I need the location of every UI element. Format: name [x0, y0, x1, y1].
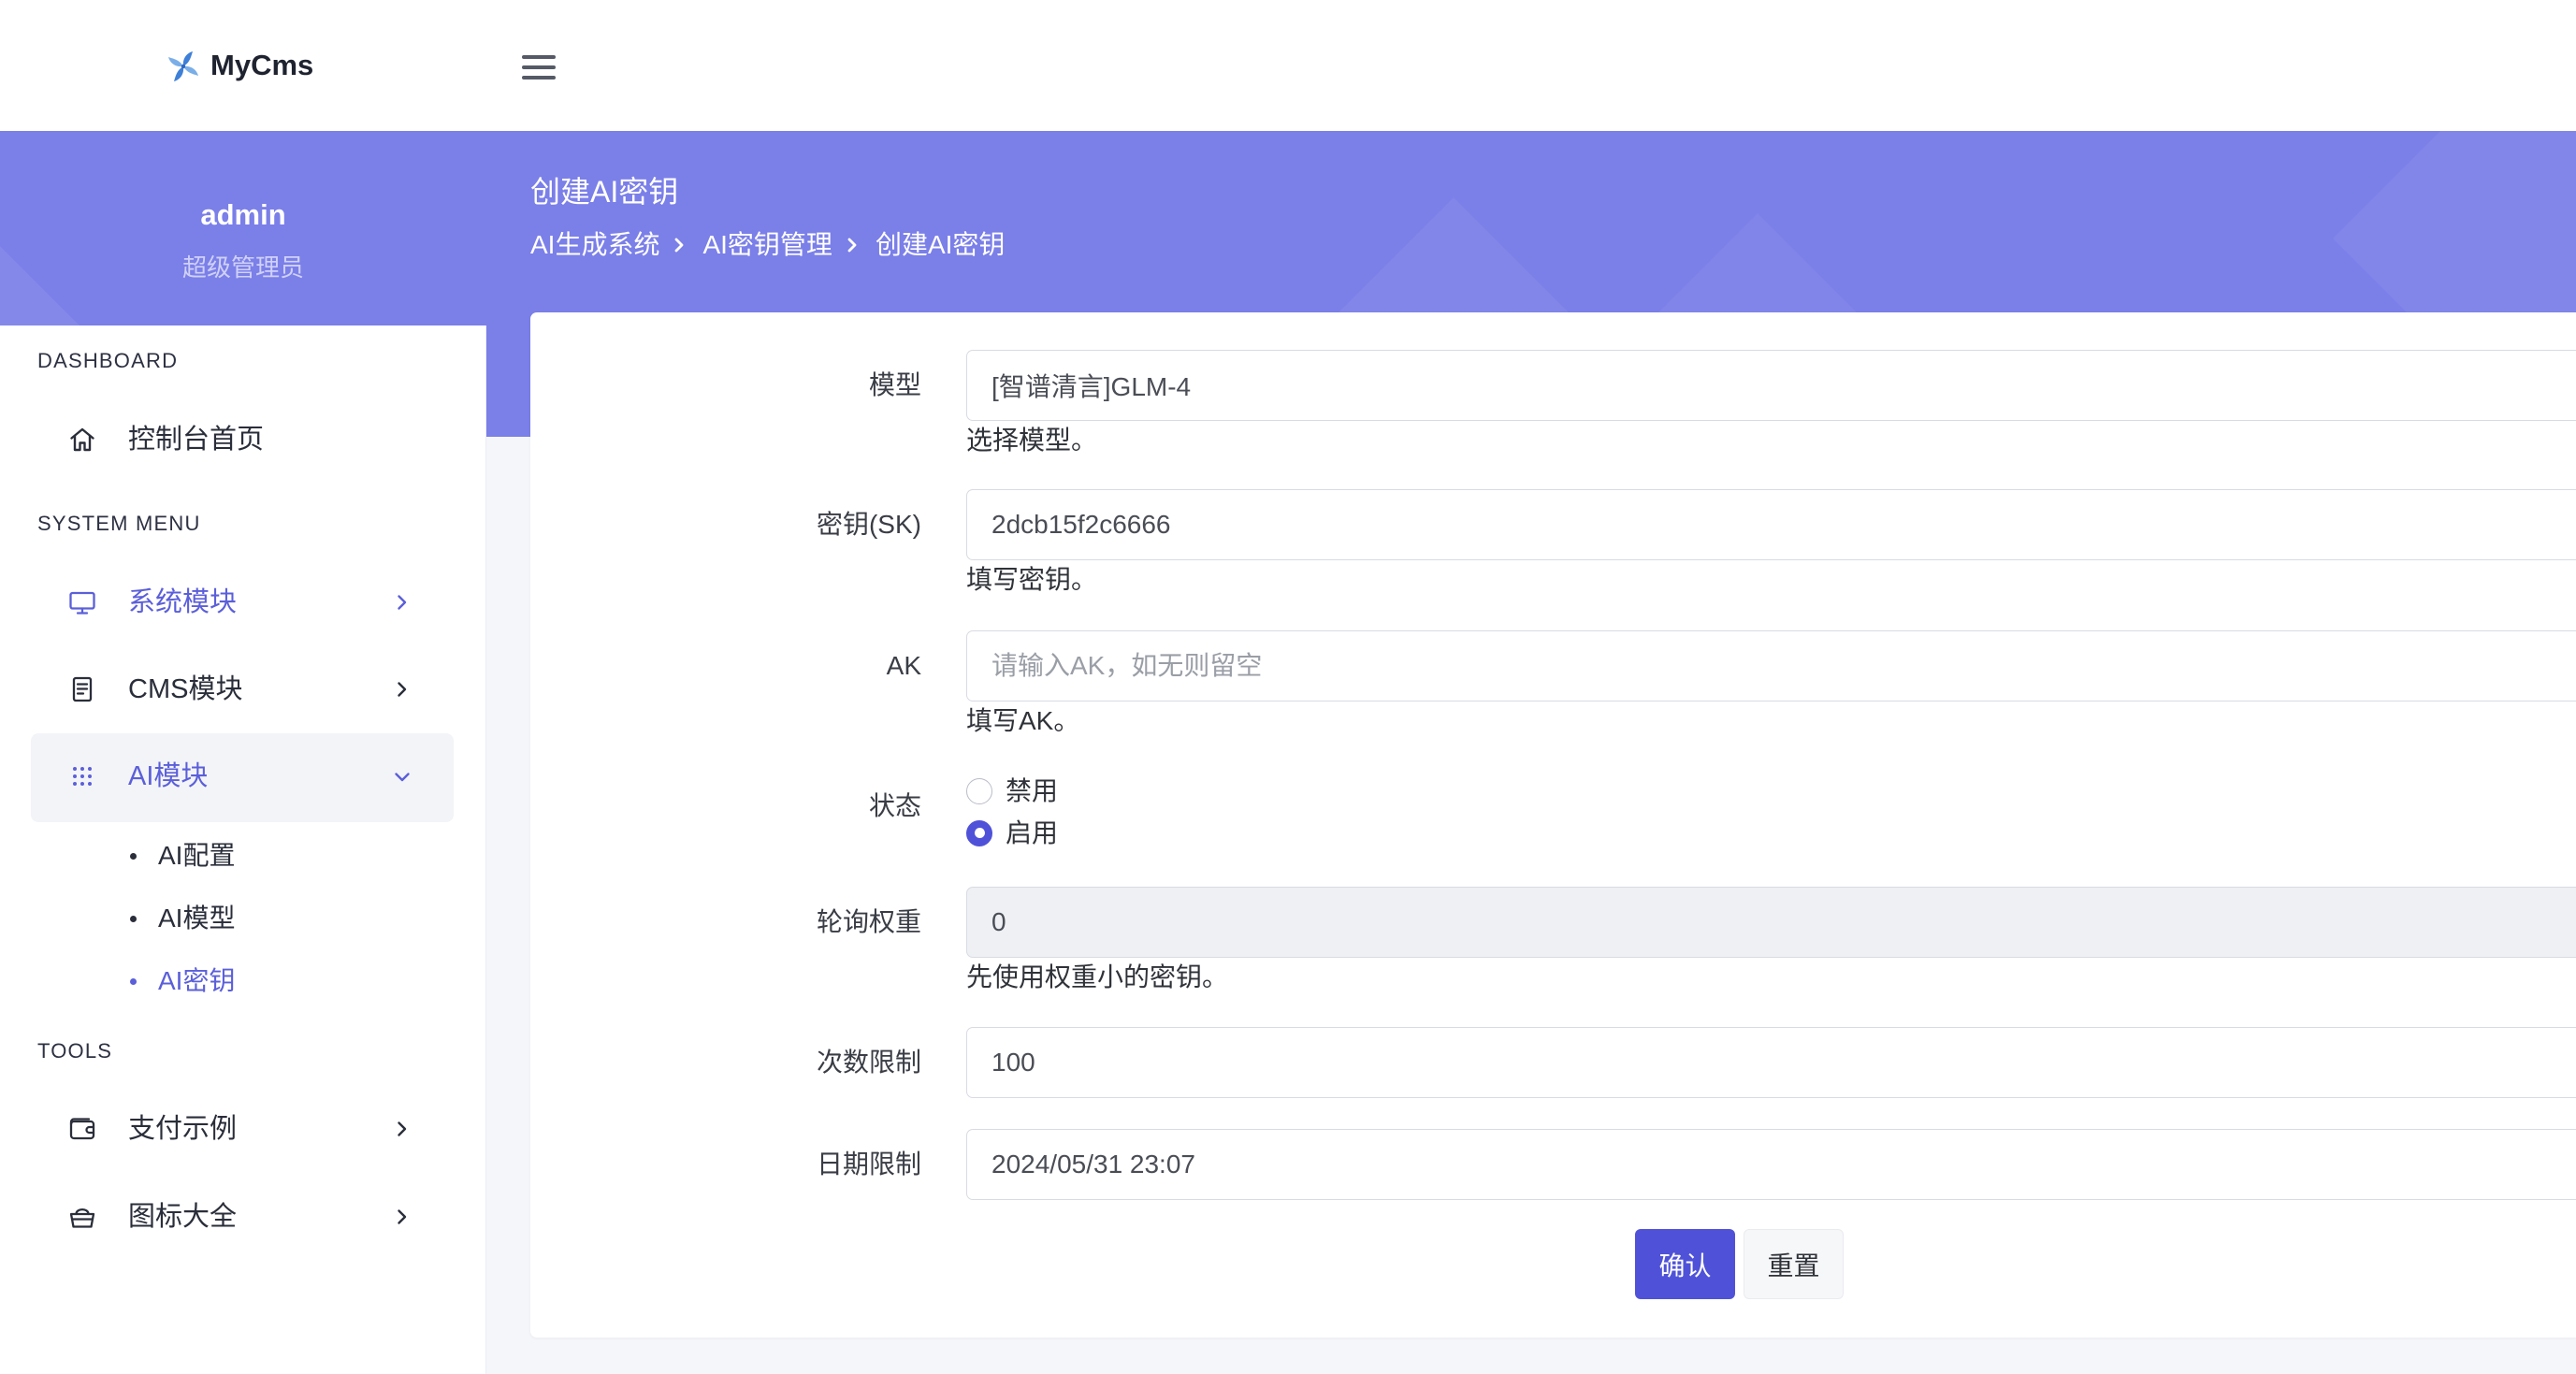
sidebar-item-label: 图标大全: [128, 1202, 238, 1232]
grid-icon: [73, 767, 92, 786]
breadcrumb-link-ai-system[interactable]: AI生成系统: [530, 226, 659, 264]
reset-button[interactable]: 重置: [1744, 1229, 1844, 1299]
monitor-icon: [69, 591, 95, 615]
status-radio-enabled[interactable]: 启用: [966, 812, 1058, 854]
sidebar-item-label: 支付示例: [128, 1114, 238, 1144]
sidebar-item-ai-module[interactable]: AI模块: [31, 733, 454, 822]
chevron-down-icon: [395, 773, 410, 782]
chevron-right-icon: [847, 238, 857, 253]
sidebar-subitem-ai-key[interactable]: AI密钥: [112, 953, 454, 1009]
radio-button-icon[interactable]: [966, 819, 992, 846]
form-card: 模型 [智谱清言]GLM-4 选择模型。 密钥(SK) 填写密钥。 AK 填写A…: [530, 312, 2576, 1338]
chevron-right-icon: [675, 238, 684, 253]
page-title: 创建AI密钥: [530, 175, 679, 209]
radio-button-icon[interactable]: [966, 777, 992, 804]
chevron-right-icon: [398, 1121, 407, 1136]
bullet-icon: [130, 853, 137, 860]
model-select[interactable]: [智谱清言]GLM-4: [966, 350, 2576, 421]
sidebar-subitem-label: AI配置: [158, 841, 236, 870]
date-limit-input[interactable]: [966, 1129, 2576, 1200]
sidebar-item-icon-library[interactable]: 图标大全: [31, 1174, 454, 1261]
count-limit-input[interactable]: [966, 1027, 2576, 1098]
top-header: MyCms: [0, 0, 2576, 131]
date-limit-label: 日期限制: [816, 1150, 921, 1179]
form-row-date-limit: 日期限制: [530, 1129, 2576, 1200]
sidebar-item-label: 系统模块: [128, 587, 238, 617]
form-row-status: 状态: [530, 771, 2576, 842]
status-radio-disabled[interactable]: 禁用: [966, 770, 1058, 812]
sidebar-item-dashboard-home[interactable]: 控制台首页: [31, 397, 454, 484]
sidebar-subitem-label: AI模型: [158, 904, 236, 933]
home-icon: [70, 427, 94, 452]
access-key-input[interactable]: [966, 630, 2576, 701]
breadcrumb-current: 创建AI密钥: [875, 230, 1006, 259]
chevron-right-icon: [398, 1209, 407, 1224]
form-row-secret-key: 密钥(SK) 填写密钥。: [530, 489, 2576, 594]
model-help: 选择模型。: [966, 426, 1098, 455]
form-row-weight: 轮询权重 先使用权重小的密钥。: [530, 887, 2576, 991]
sidebar-subitem-ai-model[interactable]: AI模型: [112, 890, 454, 947]
hamburger-menu-icon[interactable]: [522, 54, 556, 80]
brand-name[interactable]: MyCms: [210, 47, 313, 84]
pinwheel-logo-icon: [168, 51, 198, 81]
weight-help: 先使用权重小的密钥。: [966, 962, 1229, 991]
sidebar-item-payment-demo[interactable]: 支付示例: [31, 1086, 454, 1173]
section-title-system-menu: SYSTEM MENU: [37, 512, 201, 535]
status-label: 状态: [868, 791, 921, 820]
radio-label: 禁用: [1006, 776, 1059, 805]
wallet-icon: [69, 1118, 95, 1140]
secret-key-input[interactable]: [966, 489, 2576, 560]
confirm-button[interactable]: 确认: [1635, 1229, 1735, 1299]
chevron-right-icon: [398, 595, 407, 610]
basket-icon: [69, 1208, 95, 1228]
count-limit-label: 次数限制: [816, 1048, 921, 1077]
breadcrumb-link-ai-key-management[interactable]: AI密钥管理: [702, 226, 832, 264]
form-row-count-limit: 次数限制: [530, 1027, 2576, 1098]
sidebar-subitem-ai-config[interactable]: AI配置: [112, 828, 454, 884]
radio-label: 启用: [1006, 818, 1059, 847]
sidebar-item-label: AI模块: [128, 761, 209, 791]
form-row-model: 模型 [智谱清言]GLM-4 选择模型。: [530, 350, 2576, 455]
weight-input: [966, 887, 2576, 958]
bullet-icon: [130, 978, 137, 985]
model-select-value: [智谱清言]GLM-4: [991, 372, 1192, 401]
user-name: admin: [200, 198, 286, 231]
section-title-dashboard: DASHBOARD: [37, 349, 179, 372]
section-title-tools: TOOLS: [37, 1039, 113, 1063]
breadcrumb: AI生成系统 AI密钥管理 创建AI密钥: [530, 226, 1005, 264]
model-label: 模型: [868, 370, 921, 399]
access-key-help: 填写AK。: [966, 706, 1080, 735]
sidebar-item-system-module[interactable]: 系统模块: [31, 559, 454, 646]
access-key-label: AK: [886, 651, 921, 680]
document-icon: [72, 676, 93, 702]
sidebar-item-label: 控制台首页: [128, 425, 265, 455]
form-row-access-key: AK 填写AK。: [530, 630, 2576, 735]
secret-key-help: 填写密钥。: [966, 565, 1098, 594]
sidebar-subitem-label: AI密钥: [158, 966, 236, 995]
weight-label: 轮询权重: [816, 907, 921, 936]
bullet-icon: [130, 916, 137, 922]
secret-key-label: 密钥(SK): [816, 510, 921, 539]
user-role: 超级管理员: [181, 253, 304, 282]
sidebar-item-cms-module[interactable]: CMS模块: [31, 646, 454, 733]
chevron-right-icon: [398, 682, 407, 697]
sidebar-item-label: CMS模块: [128, 674, 243, 704]
